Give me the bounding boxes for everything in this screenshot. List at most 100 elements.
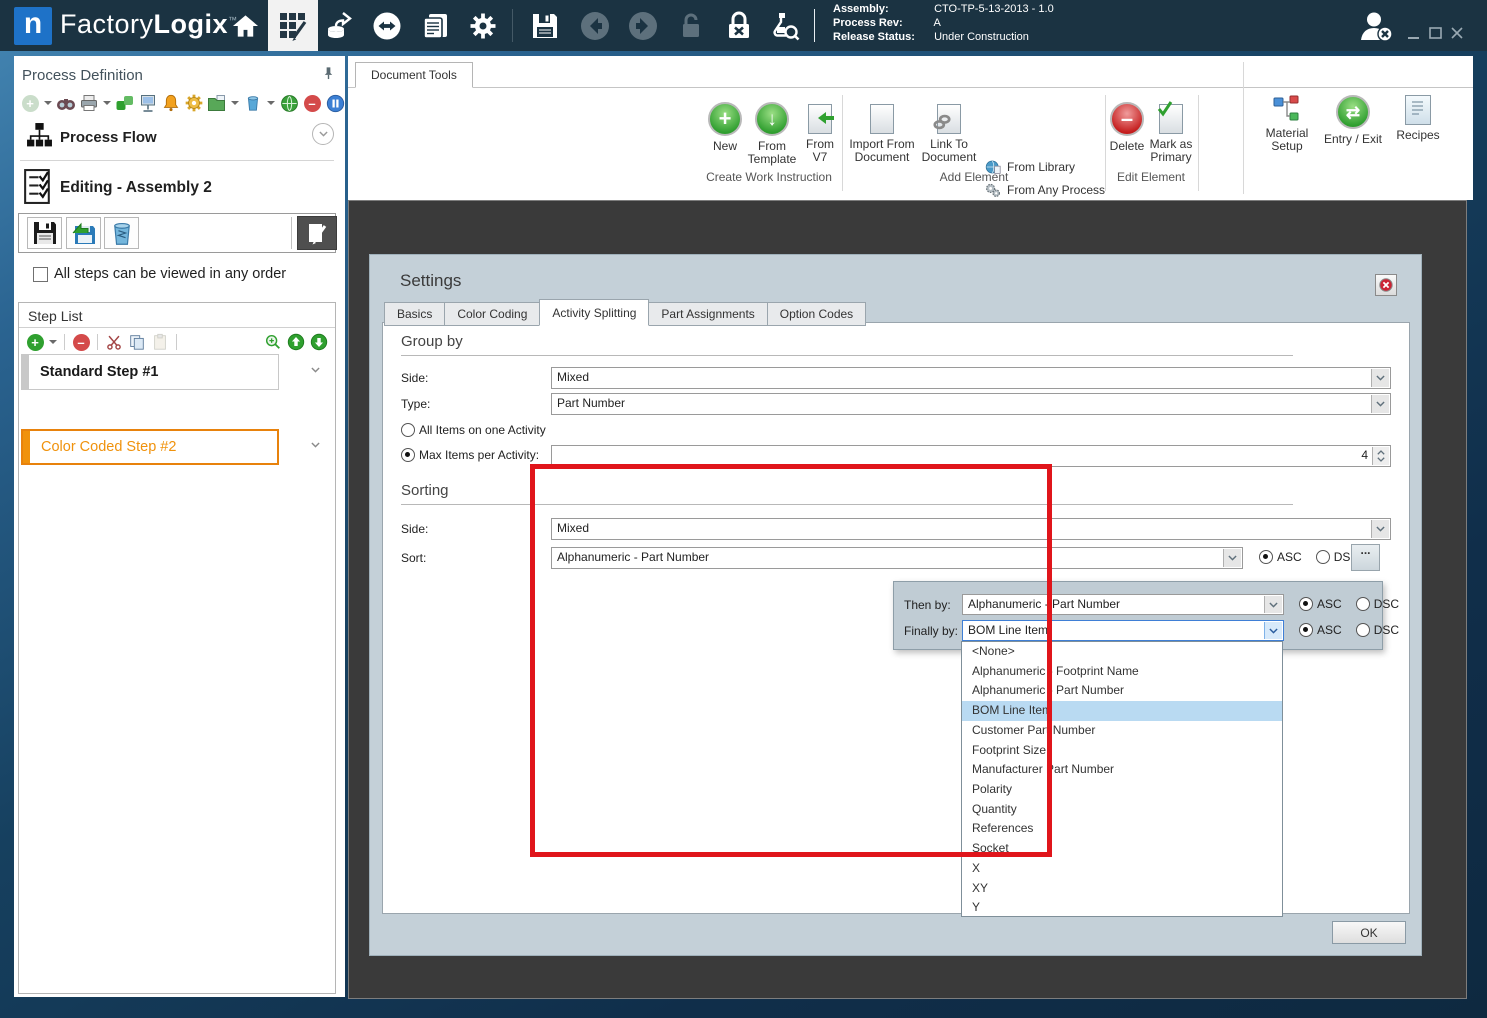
home-icon[interactable]: [228, 10, 262, 42]
save-document-button[interactable]: [27, 217, 62, 249]
tab-document-tools[interactable]: Document Tools: [355, 62, 473, 88]
documents-icon[interactable]: [418, 10, 452, 42]
dialog-close-button[interactable]: [1375, 274, 1397, 296]
then-asc-radio[interactable]: [1299, 597, 1313, 611]
list-item[interactable]: Manufacturer Part Number: [962, 760, 1282, 780]
gear-icon[interactable]: [184, 93, 204, 113]
close-icon[interactable]: [1451, 27, 1463, 39]
discard-trash-button[interactable]: [104, 217, 139, 249]
remove-circle-icon[interactable]: –: [302, 93, 322, 113]
tab-basics[interactable]: Basics: [384, 302, 445, 326]
chevron-down-icon[interactable]: [1264, 622, 1282, 639]
inspect-icon[interactable]: [768, 10, 802, 42]
any-order-checkbox[interactable]: [33, 267, 48, 282]
finally-dsc-radio[interactable]: [1356, 623, 1370, 637]
list-item[interactable]: Footprint Size: [962, 741, 1282, 761]
chevron-down-icon[interactable]: [1371, 395, 1389, 413]
move-up-icon[interactable]: [286, 332, 306, 352]
export-folder-icon[interactable]: [207, 93, 227, 113]
chevron-down-icon[interactable]: [1264, 596, 1282, 613]
sorting-sort-select[interactable]: Alphanumeric - Part Number: [551, 547, 1243, 569]
pin-icon[interactable]: [322, 66, 335, 80]
move-down-icon[interactable]: [309, 332, 329, 352]
unlock-icon[interactable]: [674, 10, 708, 42]
list-item[interactable]: X: [962, 859, 1282, 879]
chevron-down-icon[interactable]: [1371, 520, 1389, 538]
import-document-button[interactable]: [66, 217, 101, 249]
sorting-side-select[interactable]: Mixed: [551, 518, 1391, 540]
print-dropdown-icon[interactable]: [103, 101, 111, 105]
user-icon[interactable]: [1360, 11, 1394, 42]
entry-exit-button[interactable]: ⇄ Entry / Exit: [1318, 95, 1388, 146]
minimize-icon[interactable]: [1408, 30, 1420, 40]
expand-down-icon[interactable]: [312, 123, 334, 145]
import-from-document-button[interactable]: Import FromDocument: [844, 102, 920, 164]
find-binoculars-icon[interactable]: [56, 93, 76, 113]
list-item[interactable]: <None>: [962, 642, 1282, 662]
groupby-side-select[interactable]: Mixed: [551, 367, 1391, 389]
mark-as-primary-button[interactable]: Mark asPrimary: [1142, 102, 1200, 164]
chevron-down-icon[interactable]: [1371, 369, 1389, 387]
tab-activity-splitting[interactable]: Activity Splitting: [539, 299, 649, 326]
maximize-icon[interactable]: [1429, 27, 1442, 39]
list-item[interactable]: Y: [962, 898, 1282, 917]
bell-icon[interactable]: [161, 93, 181, 113]
groupby-type-select[interactable]: Part Number: [551, 393, 1391, 415]
max-items-input[interactable]: 4: [551, 445, 1391, 467]
step-expand-icon[interactable]: [311, 442, 325, 452]
pause-circle-icon[interactable]: [325, 93, 345, 113]
sort-asc-radio[interactable]: [1259, 550, 1273, 564]
add-dropdown-icon[interactable]: [44, 101, 52, 105]
add-icon[interactable]: +: [20, 93, 40, 113]
sync-icon[interactable]: [370, 10, 404, 42]
remove-circle-icon[interactable]: –: [71, 332, 91, 352]
link-to-document-button[interactable]: Link ToDocument: [914, 102, 984, 164]
cut-scissors-icon[interactable]: [104, 332, 124, 352]
edit-mode-button[interactable]: [297, 216, 337, 250]
ok-button[interactable]: OK: [1332, 921, 1406, 944]
paste-icon[interactable]: [150, 332, 170, 352]
list-item[interactable]: Quantity: [962, 800, 1282, 820]
tab-part-assignments[interactable]: Part Assignments: [648, 302, 767, 326]
step-item-standard[interactable]: Standard Step #1: [21, 354, 279, 390]
list-item-selected[interactable]: BOM Line Item: [962, 701, 1282, 721]
spinner-stepper[interactable]: [1372, 447, 1389, 465]
work-instructions-tab-active[interactable]: [268, 0, 318, 51]
finally-by-select[interactable]: BOM Line Item: [962, 620, 1284, 641]
add-circle-icon[interactable]: +: [25, 332, 45, 352]
step-item-color-coded[interactable]: Color Coded Step #2: [21, 429, 279, 465]
list-item[interactable]: Customer Part Number: [962, 721, 1282, 741]
list-item[interactable]: XY: [962, 879, 1282, 899]
back-icon[interactable]: [578, 10, 612, 42]
import-database-icon[interactable]: [322, 10, 356, 42]
swap-puzzle-icon[interactable]: [115, 93, 135, 113]
step-expand-icon[interactable]: [311, 367, 325, 377]
add-step-dropdown-icon[interactable]: [49, 340, 57, 344]
list-item[interactable]: Socket: [962, 839, 1282, 859]
globe-refresh-icon[interactable]: [279, 93, 299, 113]
then-by-select[interactable]: Alphanumeric - Part Number: [962, 594, 1284, 615]
trash-dropdown-icon[interactable]: [267, 101, 275, 105]
forward-icon[interactable]: [626, 10, 660, 42]
sort-dsc-radio[interactable]: [1316, 550, 1330, 564]
all-items-radio[interactable]: [401, 423, 415, 437]
trash-icon[interactable]: [243, 93, 263, 113]
process-flow-label[interactable]: Process Flow: [60, 129, 157, 146]
zoom-plus-icon[interactable]: [263, 332, 283, 352]
presentation-icon[interactable]: [138, 93, 158, 113]
from-v7-button[interactable]: FromV7: [791, 102, 849, 164]
material-setup-button[interactable]: MaterialSetup: [1258, 95, 1316, 153]
list-item[interactable]: Polarity: [962, 780, 1282, 800]
list-item[interactable]: References: [962, 819, 1282, 839]
print-icon[interactable]: [79, 93, 99, 113]
then-dsc-radio[interactable]: [1356, 597, 1370, 611]
copy-icon[interactable]: [127, 332, 147, 352]
list-item[interactable]: Alphanumeric - Part Number: [962, 681, 1282, 701]
tab-option-codes[interactable]: Option Codes: [767, 302, 866, 326]
settings-gear-icon[interactable]: [466, 10, 500, 42]
more-sort-options-button[interactable]: ...: [1351, 544, 1380, 571]
tab-color-coding[interactable]: Color Coding: [444, 302, 540, 326]
chevron-down-icon[interactable]: [1223, 549, 1241, 567]
lock-icon[interactable]: [722, 10, 756, 42]
max-items-radio[interactable]: [401, 448, 415, 462]
